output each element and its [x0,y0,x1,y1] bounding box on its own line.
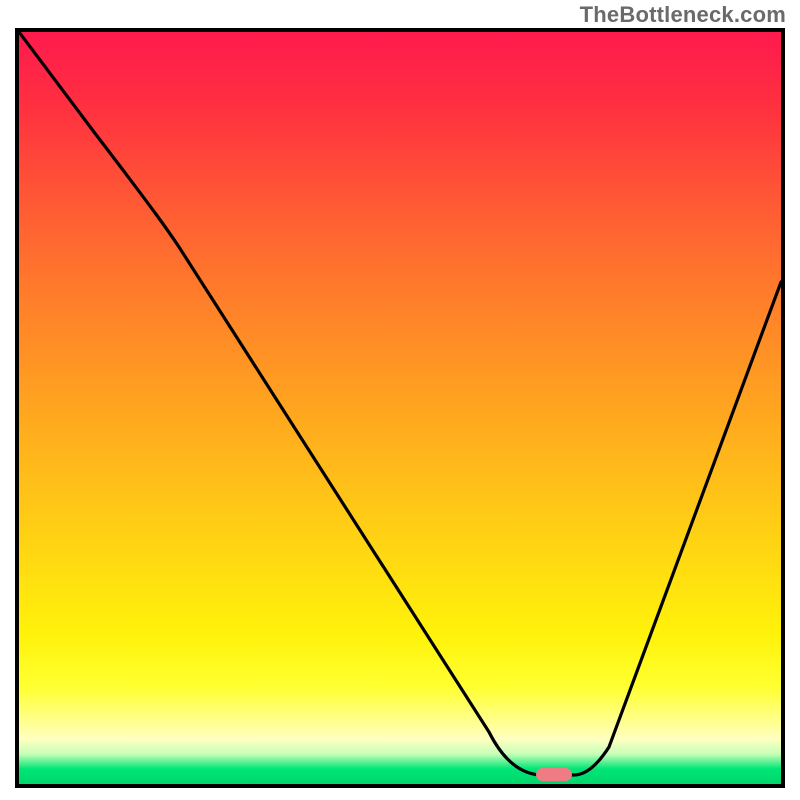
plot-area [15,28,785,788]
watermark-text: TheBottleneck.com [580,2,786,28]
bottleneck-curve [19,32,781,784]
curve-path [19,32,781,775]
chart-container: TheBottleneck.com [0,0,800,800]
optimal-marker [536,768,572,781]
